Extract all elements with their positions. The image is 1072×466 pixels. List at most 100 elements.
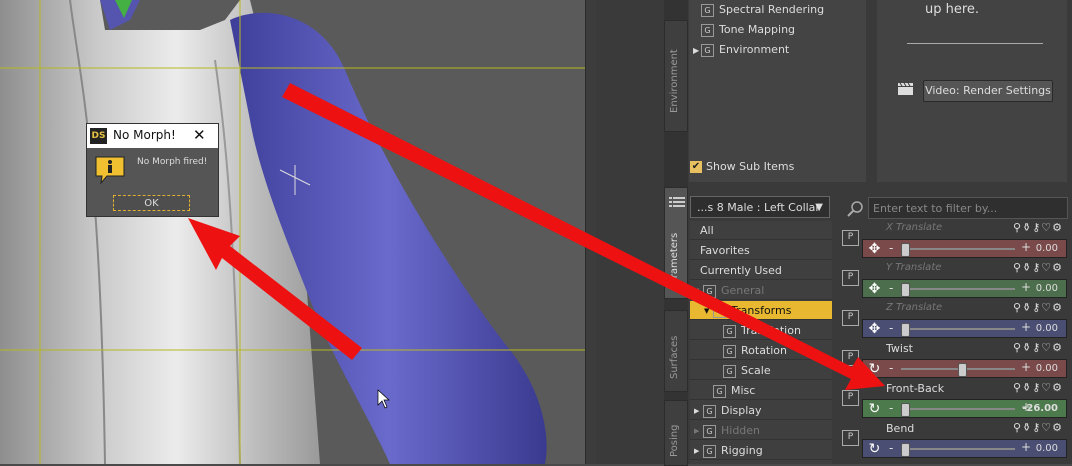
slider-bar[interactable]: ✥ - +0.00 [862,239,1067,258]
tree-item-spectral[interactable]: G Spectral Rendering [693,1,824,19]
slider-tools-icons[interactable]: ⚲⚱⚷♡⚙ [1013,341,1063,354]
ok-button[interactable]: OK [113,195,190,211]
daz-logo-icon: DS [90,128,107,144]
slider-value[interactable]: 0.00 [1036,363,1058,374]
chevron-down-icon[interactable]: ▼ [694,282,703,301]
slider-bar[interactable]: ↻ - +0.00 [862,439,1067,458]
filter-bar: Enter text to filter by... [836,197,1072,219]
slider-tools-icons[interactable]: ⚲⚱⚷♡⚙ [1013,421,1063,434]
category-label: Misc [731,384,756,397]
close-icon[interactable]: ✕ [193,126,206,144]
clapperboard-icon [898,82,913,95]
search-icon[interactable] [846,200,864,218]
category-item[interactable]: ▶ G Hidden [690,421,832,440]
decrement-button[interactable]: - [889,281,893,295]
slider-knob[interactable] [901,403,910,417]
slider-bar[interactable]: ↻ - +0.00 [862,359,1067,378]
dialog-titlebar[interactable]: DS No Morph! ✕ [87,124,218,148]
category-item[interactable]: G Scale [690,361,832,380]
slider-tools-icons[interactable]: ⚲⚱⚷♡⚙ [1013,261,1063,274]
increment-button[interactable]: + [1021,240,1031,254]
no-morph-dialog: DS No Morph! ✕ No Morph fired! OK [86,123,219,217]
increment-button[interactable]: + [1021,280,1031,294]
slider-track[interactable] [901,408,1015,410]
pin-button[interactable]: P [842,230,859,246]
chevron-right-icon[interactable]: ▶ [694,402,703,421]
decrement-button[interactable]: - [889,441,893,455]
category-item[interactable]: ▶ G Rigging [690,441,832,460]
checkmark-icon[interactable]: ✔ [690,161,702,173]
slider-value[interactable]: -26.00 [1022,403,1058,414]
pane-menu-icon[interactable] [669,196,685,208]
slider-bar[interactable]: ✥ - +0.00 [862,279,1067,298]
group-icon: G [723,344,736,358]
increment-button[interactable]: + [1021,320,1031,334]
decrement-button[interactable]: - [889,321,893,335]
increment-button[interactable]: + [1021,360,1031,374]
move-icon: ✥ [868,321,881,337]
slider-track[interactable] [901,288,1015,290]
side-tab-strip: Environment Parameters Surfaces Posing [664,0,688,466]
viewport-3d[interactable] [0,0,585,464]
pin-button[interactable]: P [842,270,859,286]
pin-button[interactable]: P [842,390,859,406]
render-settings-tree: G Spectral Rendering G Tone Mapping ▶ G Envi… [689,0,866,182]
chevron-down-icon[interactable]: ▼ [704,302,713,321]
slider-tools-icons[interactable]: ⚲⚱⚷♡⚙ [1013,221,1063,234]
slider-knob[interactable] [901,323,910,337]
slider-label: Y Translate [886,262,942,273]
group-icon: G [701,43,714,57]
slider-bar[interactable]: ↻ - + -26.00 [862,399,1067,418]
category-item[interactable]: G Translation [690,321,832,340]
video-render-settings-button[interactable]: Video: Render Settings [923,80,1053,102]
pin-button[interactable]: P [842,310,859,326]
slider-knob[interactable] [901,443,910,457]
slider-bar[interactable]: ✥ - +0.00 [862,319,1067,338]
slider-track[interactable] [901,248,1015,250]
pin-button[interactable]: P [842,430,859,446]
category-item[interactable]: ▼ G Transforms [690,301,832,320]
slider-knob[interactable] [958,363,967,377]
category-item[interactable]: G Rotation [690,341,832,360]
category-label: Display [721,404,762,417]
slider-tools-icons[interactable]: ⚲⚱⚷♡⚙ [1013,381,1063,394]
node-selector-dropdown[interactable]: ...s 8 Male : Left Collar ▼ [690,196,830,218]
slider-track[interactable] [901,448,1015,450]
show-sub-items-checkbox[interactable]: ✔ Show Sub Items [690,160,794,173]
slider-value[interactable]: 0.00 [1036,283,1058,294]
category-item[interactable]: All [690,221,832,240]
tab-environment[interactable]: Environment [664,20,688,132]
slider-value[interactable]: 0.00 [1036,323,1058,334]
category-item[interactable]: G Misc [690,381,832,400]
category-item[interactable]: Currently Used [690,261,832,280]
filter-input[interactable]: Enter text to filter by... [868,197,1068,219]
expand-icon[interactable]: ▶ [693,42,701,60]
pin-button[interactable]: P [842,350,859,366]
tree-item-tone-mapping[interactable]: G Tone Mapping [693,21,795,39]
tab-surfaces[interactable]: Surfaces [664,310,688,392]
chevron-right-icon[interactable]: ▶ [694,422,703,441]
tab-label: Posing [669,424,680,457]
group-icon: G [703,424,716,438]
slider-value[interactable]: 0.00 [1036,443,1058,454]
decrement-button[interactable]: - [889,361,893,375]
render-tips-panel: up here. Video: Render Settings [877,0,1067,182]
tree-item-environment[interactable]: ▶ G Environment [693,41,789,59]
slider-knob[interactable] [901,243,910,257]
category-item[interactable]: Favorites [690,241,832,260]
decrement-button[interactable]: - [889,241,893,255]
slider-knob[interactable] [901,283,910,297]
slider-value[interactable]: 0.00 [1036,243,1058,254]
tab-posing[interactable]: Posing [664,400,688,466]
slider-tools-icons[interactable]: ⚲⚱⚷♡⚙ [1013,301,1063,314]
category-item[interactable]: ▼ G General [690,281,832,300]
category-item[interactable]: ▶ G Display [690,401,832,420]
slider-1: Y Translate ⚲⚱⚷♡⚙ ✥ - +0.00 [862,260,1067,299]
slider-label: Z Translate [886,302,943,313]
chevron-right-icon[interactable]: ▶ [694,442,703,461]
property-group-list: All Favorites Currently Used ▼ G General ▼ G Tra… [690,221,832,464]
category-label: Rigging [721,444,763,457]
increment-button[interactable]: + [1021,440,1031,454]
slider-track[interactable] [901,328,1015,330]
decrement-button[interactable]: - [889,401,893,415]
